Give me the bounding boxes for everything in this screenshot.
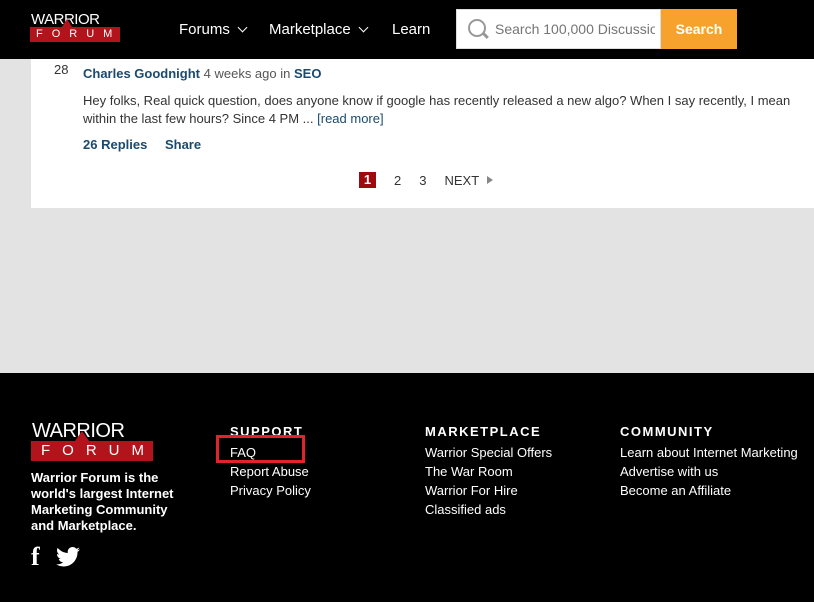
page-3[interactable]: 3 (419, 173, 426, 188)
footer-marketplace-column: MARKETPLACE Warrior Special Offers The W… (425, 424, 552, 519)
chevron-down-icon (358, 22, 369, 33)
share-link[interactable]: Share (165, 137, 201, 152)
vote-count: 28 (54, 62, 69, 77)
report-abuse-link[interactable]: Report Abuse (230, 462, 311, 481)
community-heading: COMMUNITY (620, 424, 714, 439)
author-link[interactable]: Charles Goodnight (83, 66, 200, 81)
nav-marketplace-label: Marketplace (269, 21, 351, 38)
become-affiliate-link[interactable]: Become an Affiliate (620, 481, 798, 500)
nav-learn-label: Learn (392, 21, 431, 38)
site-footer: WARRIOR FORUM Warrior Forum is the world… (0, 373, 814, 602)
warrior-forum-logo[interactable]: WARRIOR FORUM (30, 11, 122, 43)
footer-description: Warrior Forum is the world's largest Int… (31, 470, 174, 533)
pagination: 1 2 3 NEXT (359, 172, 494, 188)
read-more-link[interactable]: [read more] (317, 111, 383, 126)
in-label: in (280, 66, 291, 81)
next-page-link[interactable]: NEXT (444, 172, 494, 188)
excerpt-text: Hey folks, Real quick question, does any… (83, 93, 791, 126)
top-navbar: WARRIOR FORUM Forums Marketplace Learn S… (0, 0, 814, 59)
advertise-link[interactable]: Advertise with us (620, 462, 798, 481)
post-time: 4 weeks ago (203, 66, 277, 81)
warrior-special-offers-link[interactable]: Warrior Special Offers (425, 443, 552, 462)
replies-link[interactable]: 26 Replies (83, 137, 147, 152)
twitter-icon[interactable] (55, 547, 80, 567)
play-arrow-icon (487, 176, 494, 184)
search-button[interactable]: Search (661, 9, 737, 49)
learn-internet-marketing-link[interactable]: Learn about Internet Marketing (620, 443, 798, 462)
nav-learn[interactable]: Learn (392, 0, 430, 59)
page-2[interactable]: 2 (394, 173, 401, 188)
footer-logo[interactable]: WARRIOR FORUM (31, 420, 153, 462)
search-box (456, 9, 661, 49)
footer-logo-word-bottom: FORUM (31, 441, 153, 461)
social-links: f (31, 544, 80, 570)
logo-triangle-icon (62, 19, 72, 27)
discussion-card: 28 Charles Goodnight 4 weeks ago in SEO … (31, 45, 814, 208)
classified-ads-link[interactable]: Classified ads (425, 500, 552, 519)
nav-forums[interactable]: Forums (179, 0, 248, 59)
faq-highlight-box (216, 435, 305, 463)
nav-forums-label: Forums (179, 21, 230, 38)
search-icon (467, 18, 489, 40)
post-actions: 26 Replies Share (83, 137, 215, 152)
privacy-policy-link[interactable]: Privacy Policy (230, 481, 311, 500)
post-excerpt: Hey folks, Real quick question, does any… (83, 92, 803, 128)
footer-community-column: COMMUNITY Learn about Internet Marketing… (620, 424, 798, 500)
page-1[interactable]: 1 (359, 172, 376, 188)
category-link[interactable]: SEO (294, 66, 321, 81)
war-room-link[interactable]: The War Room (425, 462, 552, 481)
chevron-down-icon (237, 22, 248, 33)
post-meta: Charles Goodnight 4 weeks ago in SEO (83, 66, 321, 81)
next-label: NEXT (444, 172, 480, 188)
nav-marketplace[interactable]: Marketplace (269, 0, 369, 59)
marketplace-heading: MARKETPLACE (425, 424, 542, 439)
logo-word-bottom: FORUM (30, 27, 120, 42)
warrior-for-hire-link[interactable]: Warrior For Hire (425, 481, 552, 500)
facebook-icon[interactable]: f (31, 544, 40, 570)
logo-triangle-icon (75, 431, 89, 441)
search-input[interactable] (495, 21, 655, 37)
